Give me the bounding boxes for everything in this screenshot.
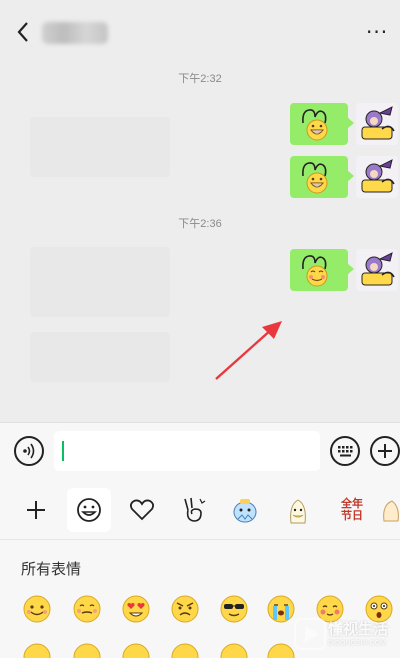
contact-name-blurred — [42, 22, 108, 44]
sticker-message[interactable] — [290, 249, 354, 291]
chevron-left-icon[interactable] — [14, 20, 34, 44]
grinning-sticker-icon — [302, 162, 328, 194]
input-bar — [0, 422, 400, 480]
smiley-icon[interactable] — [67, 488, 111, 532]
heart-eyes-emoji-icon[interactable] — [121, 594, 151, 624]
avatar[interactable] — [356, 103, 398, 145]
more-dots-icon[interactable]: ··· — [366, 22, 390, 42]
monkey-avatar-icon — [361, 252, 395, 286]
grinning-sticker-icon — [302, 109, 328, 141]
add-icon[interactable] — [14, 488, 58, 532]
voice-wave-icon — [23, 443, 35, 459]
sticker-pack-text: 全年节日 — [341, 497, 363, 522]
play-logo-icon — [294, 618, 326, 650]
monkey-avatar-icon — [361, 159, 395, 193]
sticker-pack-icon[interactable] — [380, 488, 400, 532]
heart-icon[interactable] — [120, 488, 164, 532]
angry-emoji-icon[interactable] — [170, 594, 200, 624]
sticker-pack-icon[interactable]: 全年节日 — [330, 488, 374, 532]
blushing-sticker-icon — [302, 255, 328, 287]
keyboard-icon[interactable] — [330, 436, 360, 466]
sticker-pack-icon[interactable] — [223, 488, 267, 532]
plus-circle-icon[interactable] — [370, 436, 400, 466]
timestamp: 下午2:36 — [178, 218, 222, 230]
avatar[interactable] — [356, 156, 398, 198]
faded-background — [30, 247, 170, 317]
emoji-icon[interactable] — [170, 642, 200, 658]
text-cursor — [62, 441, 64, 461]
panel-title: 所有表情 — [21, 560, 82, 578]
awkward-emoji-icon[interactable] — [72, 594, 102, 624]
chat-header: ··· — [0, 0, 400, 62]
emoji-icon[interactable] — [72, 642, 102, 658]
keyboard-keys-icon — [338, 446, 353, 457]
red-arrow-icon — [215, 321, 282, 380]
sticker-pack-icon[interactable] — [276, 488, 320, 532]
timestamp: 下午2:32 — [178, 73, 222, 85]
smile-emoji-icon[interactable] — [22, 594, 52, 624]
voice-icon[interactable] — [14, 436, 44, 466]
sticker-message[interactable] — [290, 103, 354, 145]
sunglasses-emoji-icon[interactable] — [219, 594, 249, 624]
faded-background — [30, 117, 170, 177]
faded-background — [30, 332, 170, 382]
message-input[interactable] — [54, 431, 320, 471]
peace-hand-icon[interactable] — [172, 488, 216, 532]
watermark-sub: DIDONGSHI.COM — [328, 640, 386, 647]
emoji-icon[interactable] — [219, 642, 249, 658]
plus-icon — [378, 444, 392, 458]
emoji-tab-bar: 全年节日 — [0, 480, 400, 540]
emoji-icon[interactable] — [22, 642, 52, 658]
sticker-message[interactable] — [290, 156, 354, 198]
emoji-icon[interactable] — [121, 642, 151, 658]
avatar[interactable] — [356, 249, 398, 291]
watermark-title: 懂视生活 — [328, 620, 389, 638]
message-list: 下午2:32 下午2:36 — [0, 62, 400, 422]
watermark: 懂视生活 DIDONGSHI.COM — [292, 612, 400, 658]
monkey-avatar-icon — [361, 106, 395, 140]
